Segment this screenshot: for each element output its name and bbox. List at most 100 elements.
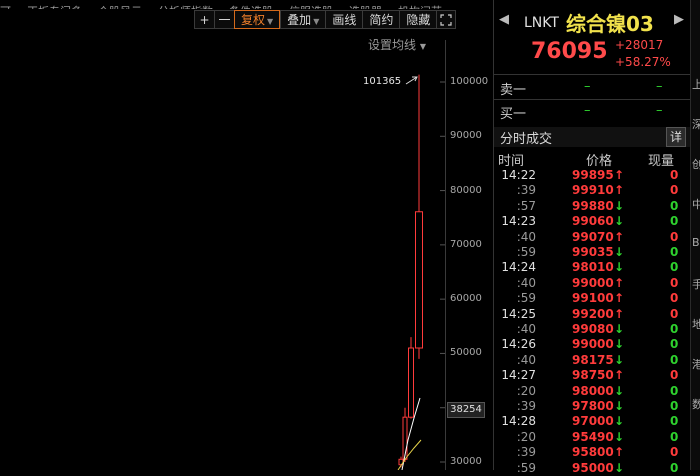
tick-time: :39: [516, 183, 536, 198]
arrow-down-icon: ↓: [614, 460, 625, 475]
arrow-up-icon: ↑: [614, 368, 625, 383]
tick-price: 99000: [572, 275, 614, 290]
arrow-up-icon: ↑: [614, 445, 625, 460]
tick-row: 14:24 98010 ↓ 0: [494, 260, 690, 275]
tick-price: 97000: [572, 414, 614, 429]
arrow-down-icon: ↓: [614, 245, 625, 259]
tick-volume: 0: [670, 414, 679, 429]
tick-row: :59 99100 ↑ 0: [494, 291, 690, 306]
market-tab[interactable]: 中: [692, 196, 700, 212]
market-tab[interactable]: 地: [692, 316, 700, 332]
divider: [494, 99, 690, 100]
tick-row: :39 95800 ↑ 0: [494, 445, 690, 460]
y-tick-label: 80000: [450, 184, 482, 196]
tick-time: :39: [516, 445, 536, 460]
quote-panel: ◀ LNKT 综合镍03 ▶ 76095 +28017 +58.27% 卖一 –…: [493, 0, 700, 475]
tick-price: 98000: [572, 383, 614, 398]
tick-price: 95800: [572, 445, 614, 460]
kline-chart[interactable]: [0, 0, 445, 470]
tick-time: 14:28: [501, 414, 536, 429]
market-tab[interactable]: 数: [692, 396, 700, 412]
tick-row: :59 95000 ↓ 0: [494, 461, 690, 476]
tick-price: 99000: [572, 337, 614, 352]
tick-volume: 0: [670, 368, 679, 383]
arrow-up-icon: ↑: [614, 275, 625, 290]
tick-row: :40 99070 ↑ 0: [494, 230, 690, 245]
y-tick-label: 60000: [450, 293, 482, 305]
tick-row: :40 99000 ↑ 0: [494, 276, 690, 291]
tick-time: :57: [516, 198, 536, 213]
tick-price: 99880: [572, 198, 614, 213]
ma-line-2: [397, 439, 422, 470]
prev-contract-icon[interactable]: ◀: [499, 12, 509, 27]
tick-time: 14:24: [501, 260, 536, 275]
tick-price: 99035: [572, 245, 614, 259]
arrow-down-icon: ↓: [614, 214, 625, 229]
tick-volume: 0: [670, 429, 679, 444]
market-tab[interactable]: 上: [692, 76, 700, 92]
y-tick-label: 30000: [450, 456, 482, 467]
divider: [494, 74, 690, 75]
tick-volume: 0: [670, 306, 679, 321]
market-tab[interactable]: 创: [692, 156, 700, 172]
arrow-down-icon: ↓: [614, 198, 625, 213]
quote-title: ◀ LNKT 综合镍03 ▶: [494, 8, 690, 36]
tick-volume: 0: [670, 275, 679, 290]
contract-code: LNKT: [524, 15, 559, 31]
detail-button[interactable]: 详: [666, 127, 686, 147]
tick-volume: 0: [670, 291, 679, 306]
tick-volume: 0: [670, 198, 679, 213]
tick-price: 99910: [572, 183, 614, 198]
tick-volume: 0: [670, 337, 679, 352]
tick-price: 98175: [572, 352, 614, 367]
tick-volume: 0: [670, 229, 679, 244]
price-change: +28017: [615, 38, 664, 52]
tick-volume: 0: [670, 214, 679, 229]
tick-row: :40 98175 ↓ 0: [494, 353, 690, 368]
market-tab[interactable]: 深: [692, 116, 700, 132]
tick-row: :39 97800 ↓ 0: [494, 399, 690, 414]
tick-row: 14:26 99000 ↓ 0: [494, 337, 690, 352]
market-tab[interactable]: 手: [692, 276, 700, 292]
arrow-up-icon: ↑: [614, 168, 625, 182]
tick-time: 14:26: [501, 337, 536, 352]
tick-price: 98750: [572, 368, 614, 383]
y-tick-label: 50000: [450, 347, 482, 359]
y-tick-label: 70000: [450, 238, 482, 250]
tick-price: 98010: [572, 260, 614, 275]
arrow-up-icon: ↑: [614, 229, 625, 244]
tick-time: 14:22: [501, 168, 536, 182]
tick-row: 14:25 99200 ↑ 0: [494, 307, 690, 322]
market-tab[interactable]: B: [692, 236, 700, 249]
tick-time: :40: [516, 322, 536, 336]
y-tick-label: 90000: [450, 130, 482, 142]
arrow-down-icon: ↓: [614, 322, 625, 336]
arrow-up-icon: ↑: [614, 291, 625, 306]
candle-body: [408, 347, 414, 418]
next-contract-icon[interactable]: ▶: [674, 12, 684, 27]
col-time: 时间: [498, 154, 525, 169]
sell1-row: 卖一 – –: [500, 79, 690, 99]
arrow-up-icon: ↑: [614, 306, 625, 321]
market-tabs-strip: 上深创中 B 手地港数: [690, 0, 700, 470]
price-change-percent: +58.27%: [615, 55, 671, 69]
y-axis-line: [445, 40, 446, 470]
tick-time: 14:25: [501, 306, 536, 321]
market-tab[interactable]: 港: [692, 356, 700, 372]
buy1-label: 买一: [500, 107, 527, 122]
arrow-down-icon: ↓: [614, 429, 625, 444]
last-price: 76095: [531, 39, 608, 64]
tick-time: :20: [516, 429, 536, 444]
tick-price: 99080: [572, 322, 614, 336]
tick-time: :40: [516, 229, 536, 244]
tick-row: :20 95490 ↓ 0: [494, 430, 690, 445]
tick-time: 14:27: [501, 368, 536, 383]
ticks-title: 分时成交: [500, 132, 553, 147]
arrow-down-icon: ↓: [614, 337, 625, 352]
tick-row: :40 99080 ↓ 0: [494, 322, 690, 337]
tick-volume: 0: [670, 168, 679, 182]
tick-time: :39: [516, 399, 536, 413]
arrow-down-icon: ↓: [614, 414, 625, 429]
ticks-header: 分时成交 详: [494, 127, 690, 147]
tick-time: :20: [516, 383, 536, 398]
